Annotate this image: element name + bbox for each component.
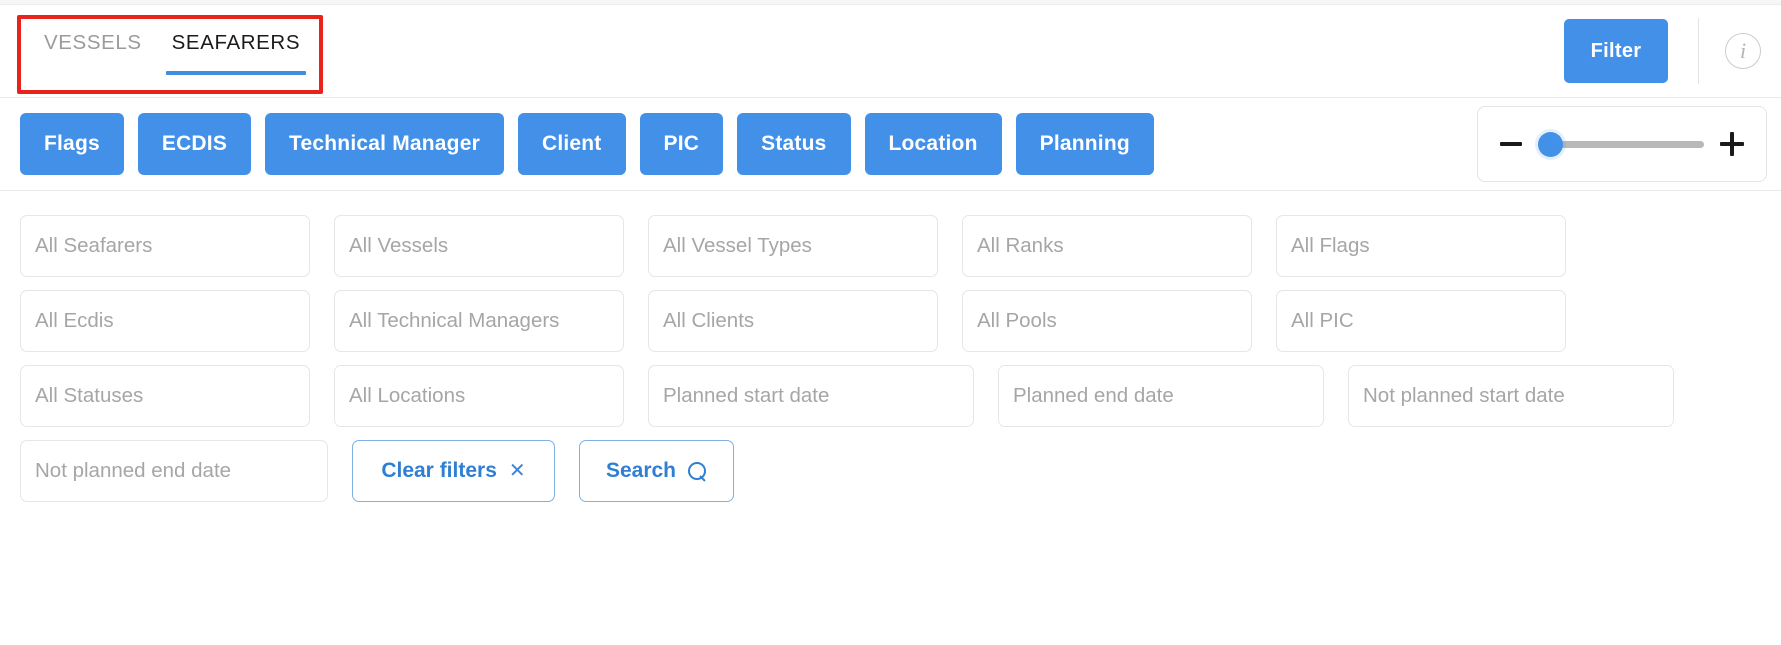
- plus-icon[interactable]: [1720, 132, 1744, 156]
- filter-row-1: All Seafarers All Vessels All Vessel Typ…: [20, 215, 1761, 277]
- field-seafarers[interactable]: All Seafarers: [20, 215, 310, 277]
- field-not-planned-start-date[interactable]: Not planned start date: [1348, 365, 1674, 427]
- filter-row-3: All Statuses All Locations Planned start…: [20, 365, 1761, 427]
- chip-technical-manager[interactable]: Technical Manager: [265, 113, 504, 175]
- zoom-slider[interactable]: [1538, 131, 1704, 157]
- chip-group: Flags ECDIS Technical Manager Client PIC…: [20, 113, 1154, 175]
- field-pic-placeholder: All PIC: [1291, 309, 1354, 332]
- field-vessel-types-placeholder: All Vessel Types: [663, 234, 812, 257]
- field-vessels[interactable]: All Vessels: [334, 215, 624, 277]
- field-ecdis-placeholder: All Ecdis: [35, 309, 114, 332]
- field-locations-placeholder: All Locations: [349, 384, 466, 407]
- field-technical-managers-placeholder: All Technical Managers: [349, 309, 560, 332]
- field-clients[interactable]: All Clients: [648, 290, 938, 352]
- field-not-planned-end-date-placeholder: Not planned end date: [35, 459, 232, 482]
- header-divider: [1698, 18, 1699, 84]
- field-planned-end-date[interactable]: Planned end date: [998, 365, 1324, 427]
- filter-row-2: All Ecdis All Technical Managers All Cli…: [20, 290, 1761, 352]
- filter-panel-screen: VESSELS SEAFARERS Filter i Flags ECDIS T…: [0, 0, 1781, 645]
- chip-flags[interactable]: Flags: [20, 113, 124, 175]
- filter-button[interactable]: Filter: [1564, 19, 1668, 83]
- close-x-icon: ✕: [508, 460, 526, 482]
- search-label: Search: [605, 459, 677, 482]
- field-ranks-placeholder: All Ranks: [977, 234, 1064, 257]
- tab-list: VESSELS SEAFARERS: [42, 23, 307, 85]
- field-planned-end-date-placeholder: Planned end date: [1013, 384, 1174, 407]
- field-pools[interactable]: All Pools: [962, 290, 1252, 352]
- field-vessels-placeholder: All Vessels: [349, 234, 449, 257]
- field-ranks[interactable]: All Ranks: [962, 215, 1252, 277]
- filter-row-4: Not planned end date Clear filters ✕ Sea…: [20, 440, 1761, 502]
- field-flags[interactable]: All Flags: [1276, 215, 1566, 277]
- chip-planning[interactable]: Planning: [1015, 113, 1154, 175]
- filter-form: All Seafarers All Vessels All Vessel Typ…: [0, 191, 1781, 645]
- field-pic[interactable]: All PIC: [1276, 290, 1566, 352]
- search-button[interactable]: Search: [579, 440, 734, 502]
- header-bar: VESSELS SEAFARERS Filter i: [0, 5, 1781, 98]
- tab-seafarers[interactable]: SEAFARERS: [165, 23, 307, 85]
- info-circle-icon[interactable]: i: [1725, 33, 1761, 69]
- field-not-planned-end-date[interactable]: Not planned end date: [20, 440, 328, 502]
- field-clients-placeholder: All Clients: [663, 309, 755, 332]
- field-statuses-placeholder: All Statuses: [35, 384, 144, 407]
- chip-ecdis[interactable]: ECDIS: [137, 113, 252, 175]
- zoom-slider-control: [1477, 106, 1767, 182]
- active-tab-underline: [165, 71, 307, 75]
- clear-filters-label: Clear filters: [381, 459, 497, 482]
- field-pools-placeholder: All Pools: [977, 309, 1057, 332]
- field-flags-placeholder: All Flags: [1291, 234, 1370, 257]
- field-not-planned-start-date-placeholder: Not planned start date: [1363, 384, 1565, 407]
- chip-pic[interactable]: PIC: [639, 113, 724, 175]
- field-planned-start-date-placeholder: Planned start date: [663, 384, 830, 407]
- chip-status[interactable]: Status: [737, 113, 851, 175]
- field-technical-managers[interactable]: All Technical Managers: [334, 290, 624, 352]
- clear-filters-button[interactable]: Clear filters ✕: [352, 440, 555, 502]
- chip-location[interactable]: Location: [864, 113, 1002, 175]
- field-locations[interactable]: All Locations: [334, 365, 624, 427]
- field-seafarers-placeholder: All Seafarers: [35, 234, 153, 257]
- header-right-group: Filter i: [1564, 5, 1781, 97]
- chip-client[interactable]: Client: [517, 113, 626, 175]
- field-planned-start-date[interactable]: Planned start date: [648, 365, 974, 427]
- field-statuses[interactable]: All Statuses: [20, 365, 310, 427]
- field-ecdis[interactable]: All Ecdis: [20, 290, 310, 352]
- tab-seafarers-label: SEAFARERS: [171, 31, 301, 54]
- tab-vessels-label: VESSELS: [44, 31, 142, 54]
- category-chip-bar: Flags ECDIS Technical Manager Client PIC…: [0, 98, 1781, 191]
- magnifier-icon: [688, 461, 707, 481]
- minus-icon[interactable]: [1500, 142, 1522, 146]
- zoom-slider-thumb[interactable]: [1538, 131, 1563, 157]
- field-vessel-types[interactable]: All Vessel Types: [648, 215, 938, 277]
- tab-vessels[interactable]: VESSELS: [42, 23, 144, 85]
